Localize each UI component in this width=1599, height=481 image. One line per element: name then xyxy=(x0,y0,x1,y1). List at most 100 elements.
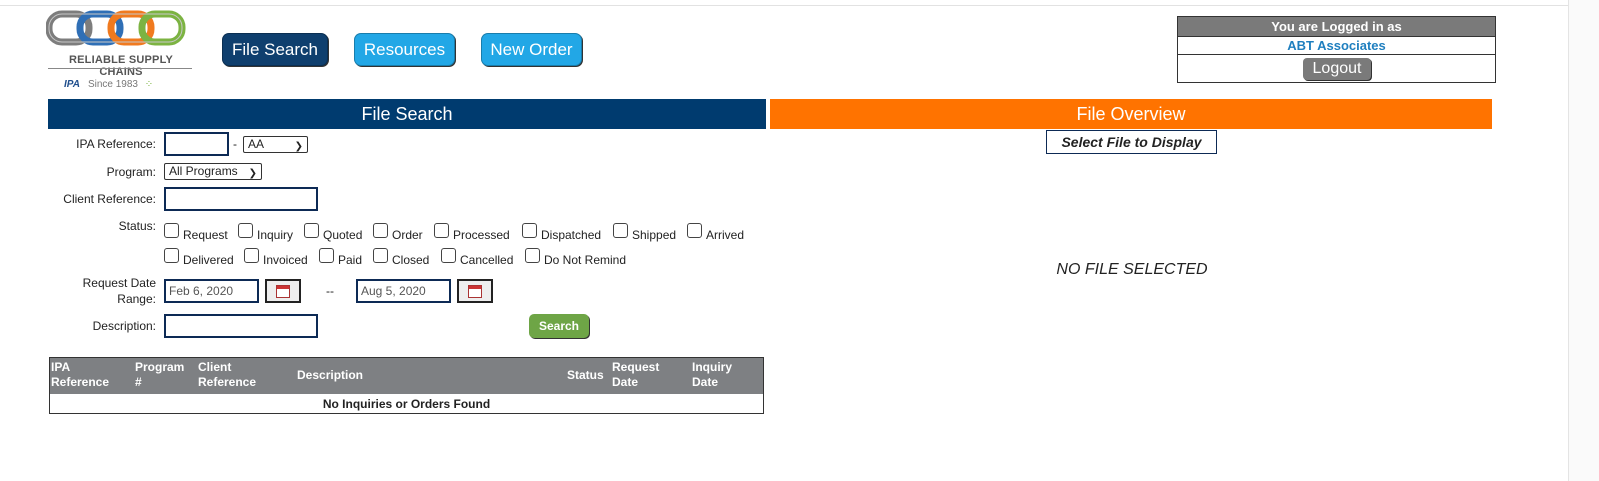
status-label-quoted: Quoted xyxy=(323,227,363,242)
logo-since: Since 1983 xyxy=(87,79,138,90)
status-label-arrived: Arrived xyxy=(706,227,745,242)
description-label: Description: xyxy=(92,319,156,333)
checkbox[interactable] xyxy=(244,248,259,263)
program-select[interactable]: All Programs ❯ xyxy=(164,163,262,180)
date-to-calendar-button[interactable] xyxy=(457,279,493,303)
checkbox[interactable] xyxy=(319,248,334,263)
date-from-input[interactable]: Feb 6, 2020 xyxy=(164,279,259,303)
checkbox[interactable] xyxy=(304,223,319,238)
results-table-header: IPA Reference Program # Client Reference Descr… xyxy=(50,358,763,394)
status-checkbox-delivered[interactable]: Delivered xyxy=(164,248,234,267)
chevron-down-icon: ❯ xyxy=(248,168,257,179)
column-header-line2: Date xyxy=(692,375,719,389)
checkbox[interactable] xyxy=(373,223,388,238)
resources-nav-button[interactable]: Resources xyxy=(354,33,455,66)
column-header[interactable]: IPA Reference xyxy=(51,360,109,390)
checkbox[interactable] xyxy=(687,223,702,238)
status-label-cancelled: Cancelled xyxy=(460,252,514,267)
chain-links-icon xyxy=(46,10,186,46)
column-header-line2: Date xyxy=(612,375,639,389)
status-checkbox-paid[interactable]: Paid xyxy=(319,248,363,267)
column-header-line1: IPA xyxy=(51,360,71,374)
request-date-label-line2: Range: xyxy=(117,292,156,306)
status-checkbox-cancelled[interactable]: Cancelled xyxy=(441,248,514,267)
file-overview-header: File Overview xyxy=(770,99,1492,129)
checkbox[interactable] xyxy=(164,248,179,263)
status-label-order: Order xyxy=(392,227,423,242)
request-date-label-line1: Request Date xyxy=(82,276,156,290)
top-divider xyxy=(0,5,1599,6)
date-from-calendar-button[interactable] xyxy=(265,279,301,303)
column-header-line2: Reference xyxy=(198,375,257,389)
results-table: IPA Reference Program # Client Reference Descr… xyxy=(49,357,764,414)
date-range-separator: -- xyxy=(326,284,334,298)
column-header-line1: Program xyxy=(135,360,185,374)
file-search-nav-button[interactable]: File Search xyxy=(222,33,328,66)
checkbox[interactable] xyxy=(373,248,388,263)
column-header[interactable]: Request Date xyxy=(612,360,659,390)
login-heading: You are Logged in as xyxy=(1178,17,1495,36)
status-label-shipped: Shipped xyxy=(632,227,677,242)
checkbox[interactable] xyxy=(441,248,456,263)
status-checkbox-order[interactable]: Order xyxy=(373,223,423,242)
status-checkbox-dispatched[interactable]: Dispatched xyxy=(522,223,602,242)
checkbox[interactable] xyxy=(522,223,537,238)
ipa-suffix-value: AA xyxy=(248,137,265,151)
program-label: Program: xyxy=(106,165,156,179)
status-checkbox-shipped[interactable]: Shipped xyxy=(613,223,677,242)
status-label-paid: Paid xyxy=(338,252,363,267)
logout-button[interactable]: Logout xyxy=(1303,58,1371,80)
status-label-invoiced: Invoiced xyxy=(263,252,308,267)
date-to-input[interactable]: Aug 5, 2020 xyxy=(356,279,451,303)
status-checkbox-quoted[interactable]: Quoted xyxy=(304,223,363,242)
login-panel: You are Logged in as ABT Associates Logo… xyxy=(1177,16,1496,83)
results-empty-message: No Inquiries or Orders Found xyxy=(322,397,491,411)
status-checkbox-do-not-remind[interactable]: Do Not Remind xyxy=(525,248,626,267)
checkbox[interactable] xyxy=(164,223,179,238)
vertical-scrollbar[interactable] xyxy=(1568,0,1599,481)
ipa-reference-label: IPA Reference: xyxy=(76,137,156,151)
calendar-icon xyxy=(468,284,482,298)
status-label-request: Request xyxy=(183,227,228,242)
status-checkbox-request[interactable]: Request xyxy=(164,223,228,242)
logo-wordmark: RELIABLE SUPPLY CHAINS xyxy=(68,54,174,78)
ipa-reference-input[interactable] xyxy=(164,132,229,156)
checkbox[interactable] xyxy=(525,248,540,263)
column-header-line1: Request xyxy=(612,360,660,374)
column-header-line2: # xyxy=(135,375,142,389)
dots-icon: ⁘ xyxy=(144,79,154,90)
checkbox[interactable] xyxy=(238,223,253,238)
description-input[interactable] xyxy=(164,314,318,338)
column-header-line1: Client xyxy=(198,360,232,374)
column-header[interactable]: Program # xyxy=(135,360,184,390)
logo-ipa: IPA xyxy=(64,79,80,90)
column-header[interactable]: Inquiry Date xyxy=(692,360,732,390)
column-header-line1: Status xyxy=(567,368,604,382)
file-search-header: File Search xyxy=(48,99,766,129)
status-checkbox-arrived[interactable]: Arrived xyxy=(687,223,745,242)
status-label-dispatched: Dispatched xyxy=(541,227,602,242)
checkbox[interactable] xyxy=(434,223,449,238)
checkbox[interactable] xyxy=(613,223,628,238)
status-label: Status: xyxy=(118,219,156,233)
status-label-processed: Processed xyxy=(453,227,510,242)
status-label-inquiry: Inquiry xyxy=(257,227,294,242)
search-button[interactable]: Search xyxy=(529,314,589,338)
column-header-line2: Reference xyxy=(51,375,110,389)
calendar-icon xyxy=(276,284,290,298)
status-checkbox-closed[interactable]: Closed xyxy=(373,248,429,267)
client-reference-label: Client Reference: xyxy=(63,192,156,206)
column-header-line1: Inquiry xyxy=(692,360,733,374)
program-value: All Programs xyxy=(169,164,238,178)
column-header[interactable]: Status xyxy=(567,368,604,383)
company-logo[interactable]: RELIABLE SUPPLY CHAINS IPA Since 1983 ⁘ xyxy=(46,8,196,94)
column-header[interactable]: Description xyxy=(297,368,363,383)
new-order-nav-button[interactable]: New Order xyxy=(481,33,582,66)
status-checkbox-invoiced[interactable]: Invoiced xyxy=(244,248,308,267)
ipa-suffix-select[interactable]: AA ❯ xyxy=(243,136,308,153)
status-checkbox-processed[interactable]: Processed xyxy=(434,223,510,242)
status-checkbox-inquiry[interactable]: Inquiry xyxy=(238,223,294,242)
column-header-line1: Description xyxy=(297,368,364,382)
column-header[interactable]: Client Reference xyxy=(198,360,256,390)
client-reference-input[interactable] xyxy=(164,187,318,211)
